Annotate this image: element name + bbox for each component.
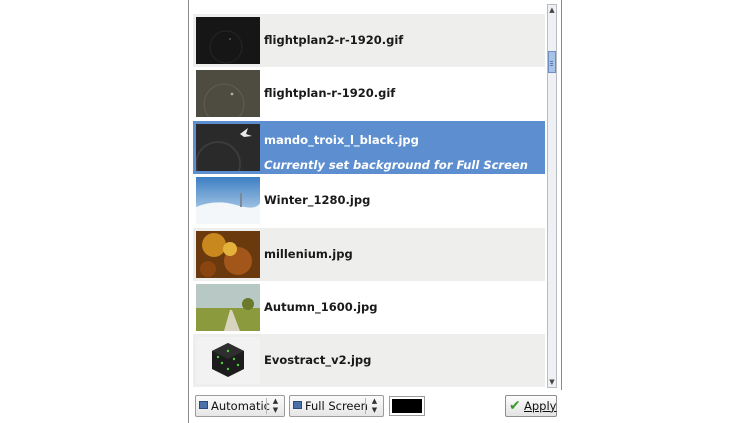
- wallpaper-filename: flightplan2-r-1920.gif: [264, 33, 404, 47]
- wallpaper-row-millenium[interactable]: millenium.jpg: [193, 228, 545, 281]
- updown-arrows-icon: ▲ ▼: [371, 397, 378, 414]
- background-color-button[interactable]: [389, 396, 425, 416]
- monitor-icon: [199, 401, 208, 409]
- checkmark-icon: ✔: [509, 398, 521, 414]
- combo-divider: [365, 398, 366, 414]
- wallpaper-thumbnail: [196, 70, 260, 117]
- wallpaper-filename: Autumn_1600.jpg: [264, 300, 378, 314]
- monitor-icon: [293, 401, 302, 409]
- wallpaper-row-mando-troix[interactable]: mando_troix_l_black.jpg Currently set ba…: [193, 121, 545, 174]
- wallpaper-thumbnail: [196, 17, 260, 64]
- wallpaper-thumbnail: [196, 177, 260, 224]
- mode-select-value: Automatic: [211, 399, 270, 413]
- wallpaper-row-flightplan[interactable]: flightplan-r-1920.gif: [193, 67, 545, 120]
- wallpaper-filename: millenium.jpg: [264, 247, 353, 261]
- wallpaper-row-flightplan2[interactable]: flightplan2-r-1920.gif: [193, 14, 545, 67]
- apply-button[interactable]: ✔ Apply: [505, 395, 557, 417]
- wallpaper-thumbnail: [196, 124, 260, 171]
- apply-button-label: Apply: [524, 399, 557, 413]
- list-scrollbar[interactable]: ▲ ━ ━ ━ ▼: [547, 4, 557, 388]
- wallpaper-filename: Winter_1280.jpg: [264, 193, 371, 207]
- color-swatch: [392, 399, 422, 413]
- wallpaper-list[interactable]: flightplan2-r-1920.gif flightplan-r-1920…: [193, 0, 545, 388]
- wallpaper-thumbnail: [196, 231, 260, 278]
- wallpaper-row-autumn[interactable]: Autumn_1600.jpg: [193, 281, 545, 334]
- scroll-up-arrow-icon[interactable]: ▲: [548, 5, 556, 15]
- wallpaper-filename: flightplan-r-1920.gif: [264, 86, 396, 100]
- wallpaper-thumbnail: [196, 284, 260, 331]
- wallpaper-thumbnail: [196, 337, 260, 384]
- wallpaper-chooser-window: flightplan2-r-1920.gif flightplan-r-1920…: [188, 0, 563, 423]
- target-select-value: Full Screen: [305, 399, 368, 413]
- target-select[interactable]: Full Screen ▲ ▼: [289, 395, 384, 417]
- scrollbar-thumb[interactable]: ━ ━ ━: [548, 51, 556, 73]
- wallpaper-filename: Evostract_v2.jpg: [264, 353, 372, 367]
- updown-arrows-icon: ▲ ▼: [272, 397, 279, 414]
- current-background-note: Currently set background for Full Screen: [264, 158, 528, 172]
- mode-select[interactable]: Automatic ▲ ▼: [195, 395, 285, 417]
- grip-icon: ━ ━ ━: [550, 59, 554, 69]
- wallpaper-row-evostract[interactable]: Evostract_v2.jpg: [193, 334, 545, 387]
- wallpaper-filename: mando_troix_l_black.jpg: [264, 133, 419, 147]
- wallpaper-row-winter[interactable]: Winter_1280.jpg: [193, 174, 545, 227]
- combo-divider: [266, 398, 267, 414]
- scroll-down-arrow-icon[interactable]: ▼: [548, 377, 556, 387]
- bottom-toolbar: Automatic ▲ ▼ Full Screen ▲ ▼ ✔ Apply: [189, 390, 563, 423]
